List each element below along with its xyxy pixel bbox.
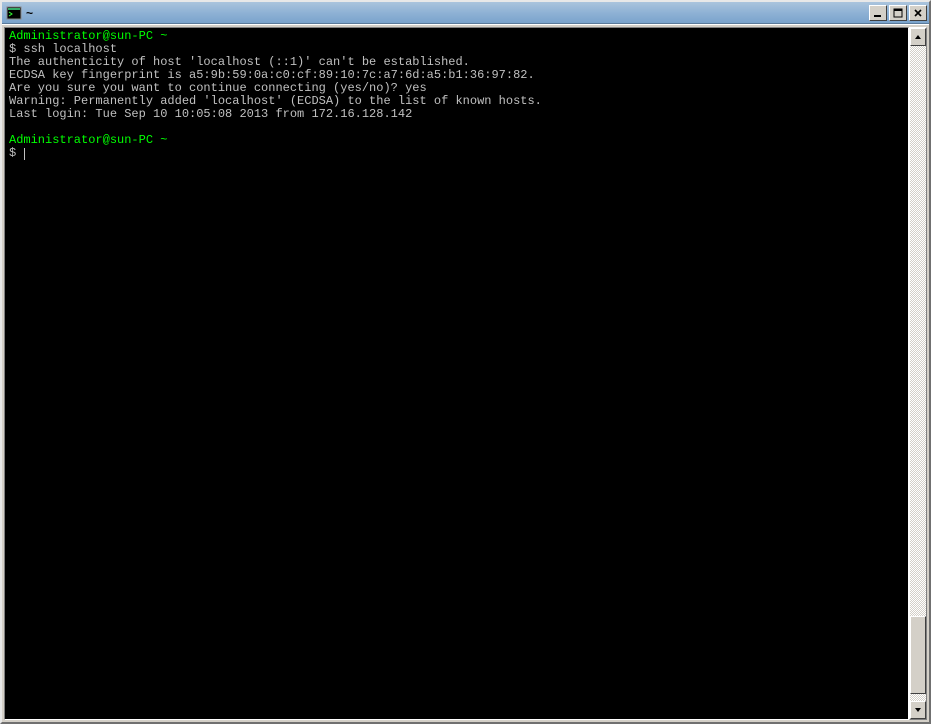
titlebar[interactable]: ~ bbox=[2, 2, 929, 24]
scroll-down-button[interactable] bbox=[910, 701, 926, 719]
client-area: Administrator@sun-PC ~$ ssh localhostThe… bbox=[2, 24, 929, 722]
prompt-symbol: $ bbox=[9, 146, 23, 160]
vertical-scrollbar[interactable] bbox=[909, 27, 927, 720]
output-line: Last login: Tue Sep 10 10:05:08 2013 fro… bbox=[9, 108, 904, 121]
scroll-thumb[interactable] bbox=[910, 616, 926, 695]
scroll-track[interactable] bbox=[910, 46, 926, 701]
terminal-output[interactable]: Administrator@sun-PC ~$ ssh localhostThe… bbox=[4, 27, 909, 720]
app-icon bbox=[6, 5, 22, 21]
terminal-window: ~ Administrator@sun-PC ~$ ssh localhostT… bbox=[2, 2, 929, 722]
maximize-button[interactable] bbox=[889, 5, 907, 21]
command-line: $ bbox=[9, 147, 904, 160]
minimize-button[interactable] bbox=[869, 5, 887, 21]
scroll-up-button[interactable] bbox=[910, 28, 926, 46]
window-title: ~ bbox=[26, 6, 867, 20]
window-controls bbox=[867, 5, 927, 21]
close-button[interactable] bbox=[909, 5, 927, 21]
cursor bbox=[24, 148, 25, 160]
prompt-line: Administrator@sun-PC ~ bbox=[9, 134, 904, 147]
prompt-line: Administrator@sun-PC ~ bbox=[9, 30, 904, 43]
